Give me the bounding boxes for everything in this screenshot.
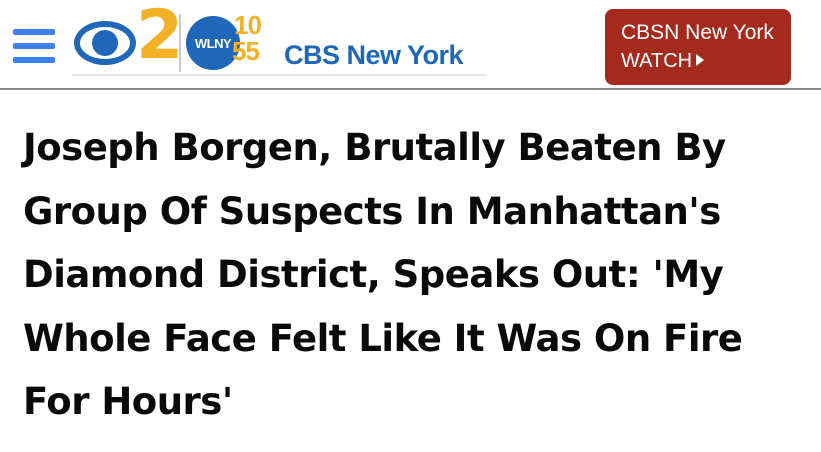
- menu-bar-bottom: [13, 57, 55, 63]
- logo-underline: [72, 74, 487, 76]
- watch-button-title: CBSN New York: [621, 21, 774, 44]
- watch-live-button[interactable]: CBSN New York WATCH: [605, 9, 791, 85]
- site-logo[interactable]: 2 WLNY 10 55 CBS New York: [72, 2, 487, 76]
- wlny-number-top: 10: [234, 10, 262, 40]
- menu-bar-top: [13, 29, 55, 35]
- hamburger-menu-icon[interactable]: [13, 29, 55, 65]
- site-header: 2 WLNY 10 55 CBS New York CBSN New York …: [0, 0, 821, 90]
- cbs-eye-icon: [74, 21, 136, 65]
- wlny-label: WLNY: [194, 35, 232, 51]
- watch-label: WATCH: [621, 50, 693, 72]
- article-headline: Joseph Borgen, Brutally Beaten By Group …: [23, 126, 743, 423]
- play-triangle-icon: [696, 54, 705, 66]
- wlny-number-bottom: 55: [232, 36, 260, 66]
- menu-bar-middle: [13, 43, 55, 49]
- logo-divider: [179, 14, 181, 72]
- channel-number: 2: [136, 0, 183, 75]
- wlny-number: 10 55: [232, 10, 284, 66]
- brand-text: CBS New York: [284, 40, 464, 70]
- watch-button-subtitle: WATCH: [621, 50, 705, 73]
